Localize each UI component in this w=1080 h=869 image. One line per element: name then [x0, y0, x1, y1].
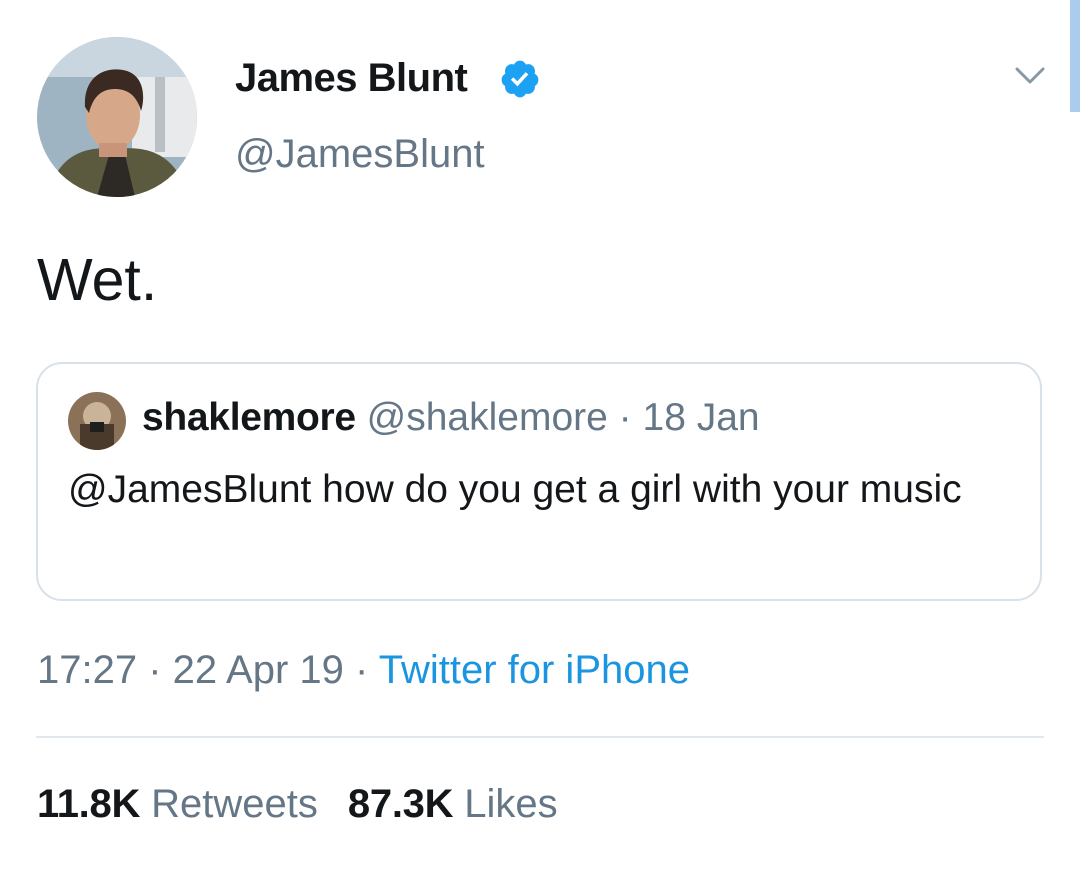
quoted-tweet-text: @JamesBlunt how do you get a girl with y… — [68, 468, 962, 511]
divider — [36, 736, 1044, 738]
tweet-stats: 11.8K Retweets 87.3K Likes — [37, 782, 558, 827]
quoted-tweet-header: shaklemore @shaklemore · 18 Jan — [142, 396, 760, 440]
quoted-author-name[interactable]: shaklemore — [142, 396, 356, 439]
chevron-down-icon[interactable] — [1014, 64, 1046, 88]
author-display-name[interactable]: James Blunt — [235, 56, 468, 101]
quoted-tweet-card[interactable]: shaklemore @shaklemore · 18 Jan @JamesBl… — [36, 362, 1042, 601]
retweets-label: Retweets — [151, 782, 318, 826]
verified-badge-icon — [501, 60, 539, 98]
likes-stat[interactable]: 87.3K Likes — [348, 782, 558, 826]
quoted-date[interactable]: 18 Jan — [643, 396, 760, 439]
tweet-source-link[interactable]: Twitter for iPhone — [379, 648, 690, 692]
retweets-count: 11.8K — [37, 782, 141, 826]
tweet-text: Wet. — [37, 247, 158, 313]
quoted-author-handle[interactable]: @shaklemore — [367, 396, 608, 439]
likes-count: 87.3K — [347, 782, 454, 826]
quoted-author-avatar[interactable] — [68, 392, 126, 450]
meta-separator: · — [343, 648, 379, 692]
retweets-stat[interactable]: 11.8K Retweets — [37, 782, 318, 826]
quoted-separator: · — [618, 396, 632, 439]
author-avatar[interactable] — [37, 37, 197, 197]
author-handle[interactable]: @JamesBlunt — [235, 132, 485, 177]
meta-separator: · — [137, 648, 173, 692]
tweet-date[interactable]: 22 Apr 19 — [173, 648, 344, 692]
likes-label: Likes — [464, 782, 558, 826]
tweet-metadata: 17:27 · 22 Apr 19 · Twitter for iPhone — [37, 648, 690, 693]
tweet-time[interactable]: 17:27 — [37, 648, 137, 692]
scroll-indicator[interactable] — [1070, 0, 1080, 112]
